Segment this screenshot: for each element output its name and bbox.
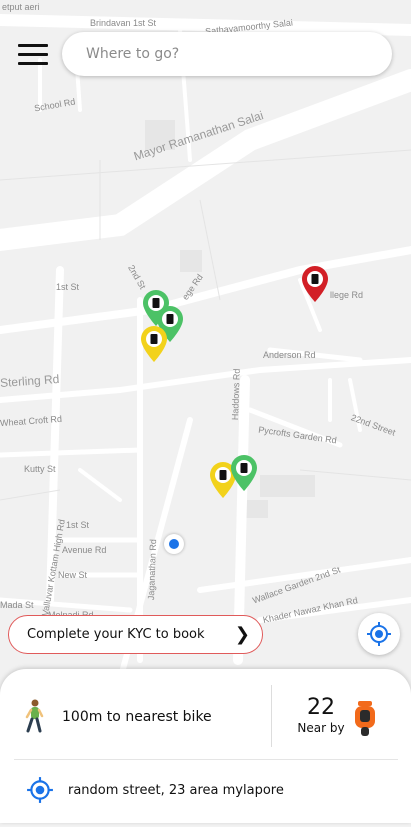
bike-pin-red[interactable] xyxy=(302,266,328,302)
scooter-icon xyxy=(355,701,375,736)
bottom-panel: 100m to nearest bike 22 Near by random s… xyxy=(0,669,411,823)
bike-pin-green[interactable] xyxy=(231,455,257,491)
current-location-dot xyxy=(164,534,184,554)
chevron-right-icon: ❯ xyxy=(234,624,250,645)
map-label: etput aeri xyxy=(2,2,40,12)
nearby-count-block[interactable]: 22 Near by xyxy=(296,695,346,735)
map-label: Kutty St xyxy=(24,464,56,474)
nearby-count: 22 xyxy=(307,695,335,720)
hamburger-icon[interactable] xyxy=(18,44,48,66)
map-label: New St xyxy=(58,570,88,580)
map-label: Anderson Rd xyxy=(263,350,316,360)
divider xyxy=(14,759,398,760)
map-label: Brindavan 1st St xyxy=(90,18,157,28)
divider xyxy=(271,685,272,747)
current-address[interactable]: random street, 23 area mylapore xyxy=(26,776,284,804)
map-label: 1st St xyxy=(66,520,90,530)
map-label: Mada St xyxy=(0,600,34,610)
nearest-bike-info[interactable]: 100m to nearest bike xyxy=(22,699,212,735)
bike-pin-yellow[interactable] xyxy=(141,326,167,362)
map-label: Avenue Rd xyxy=(62,545,107,555)
nearby-label: Near by xyxy=(297,721,345,735)
search-input[interactable] xyxy=(84,45,374,63)
walking-person-icon xyxy=(25,699,44,733)
complete-kyc-button[interactable]: Complete your KYC to book ❯ xyxy=(8,615,263,654)
address-text: random street, 23 area mylapore xyxy=(68,782,284,798)
kyc-label: Complete your KYC to book xyxy=(27,627,205,642)
search-bar[interactable] xyxy=(62,32,392,76)
my-location-button[interactable] xyxy=(358,613,400,655)
nearest-bike-label: 100m to nearest bike xyxy=(62,709,212,725)
location-target-icon xyxy=(27,777,53,803)
map-label: Haddows Rd xyxy=(230,368,242,421)
map-label: Jaganathan Rd xyxy=(146,538,159,601)
map-label: 1st St xyxy=(56,282,80,292)
location-target-icon xyxy=(367,622,391,646)
map-label: llege Rd xyxy=(330,290,364,300)
